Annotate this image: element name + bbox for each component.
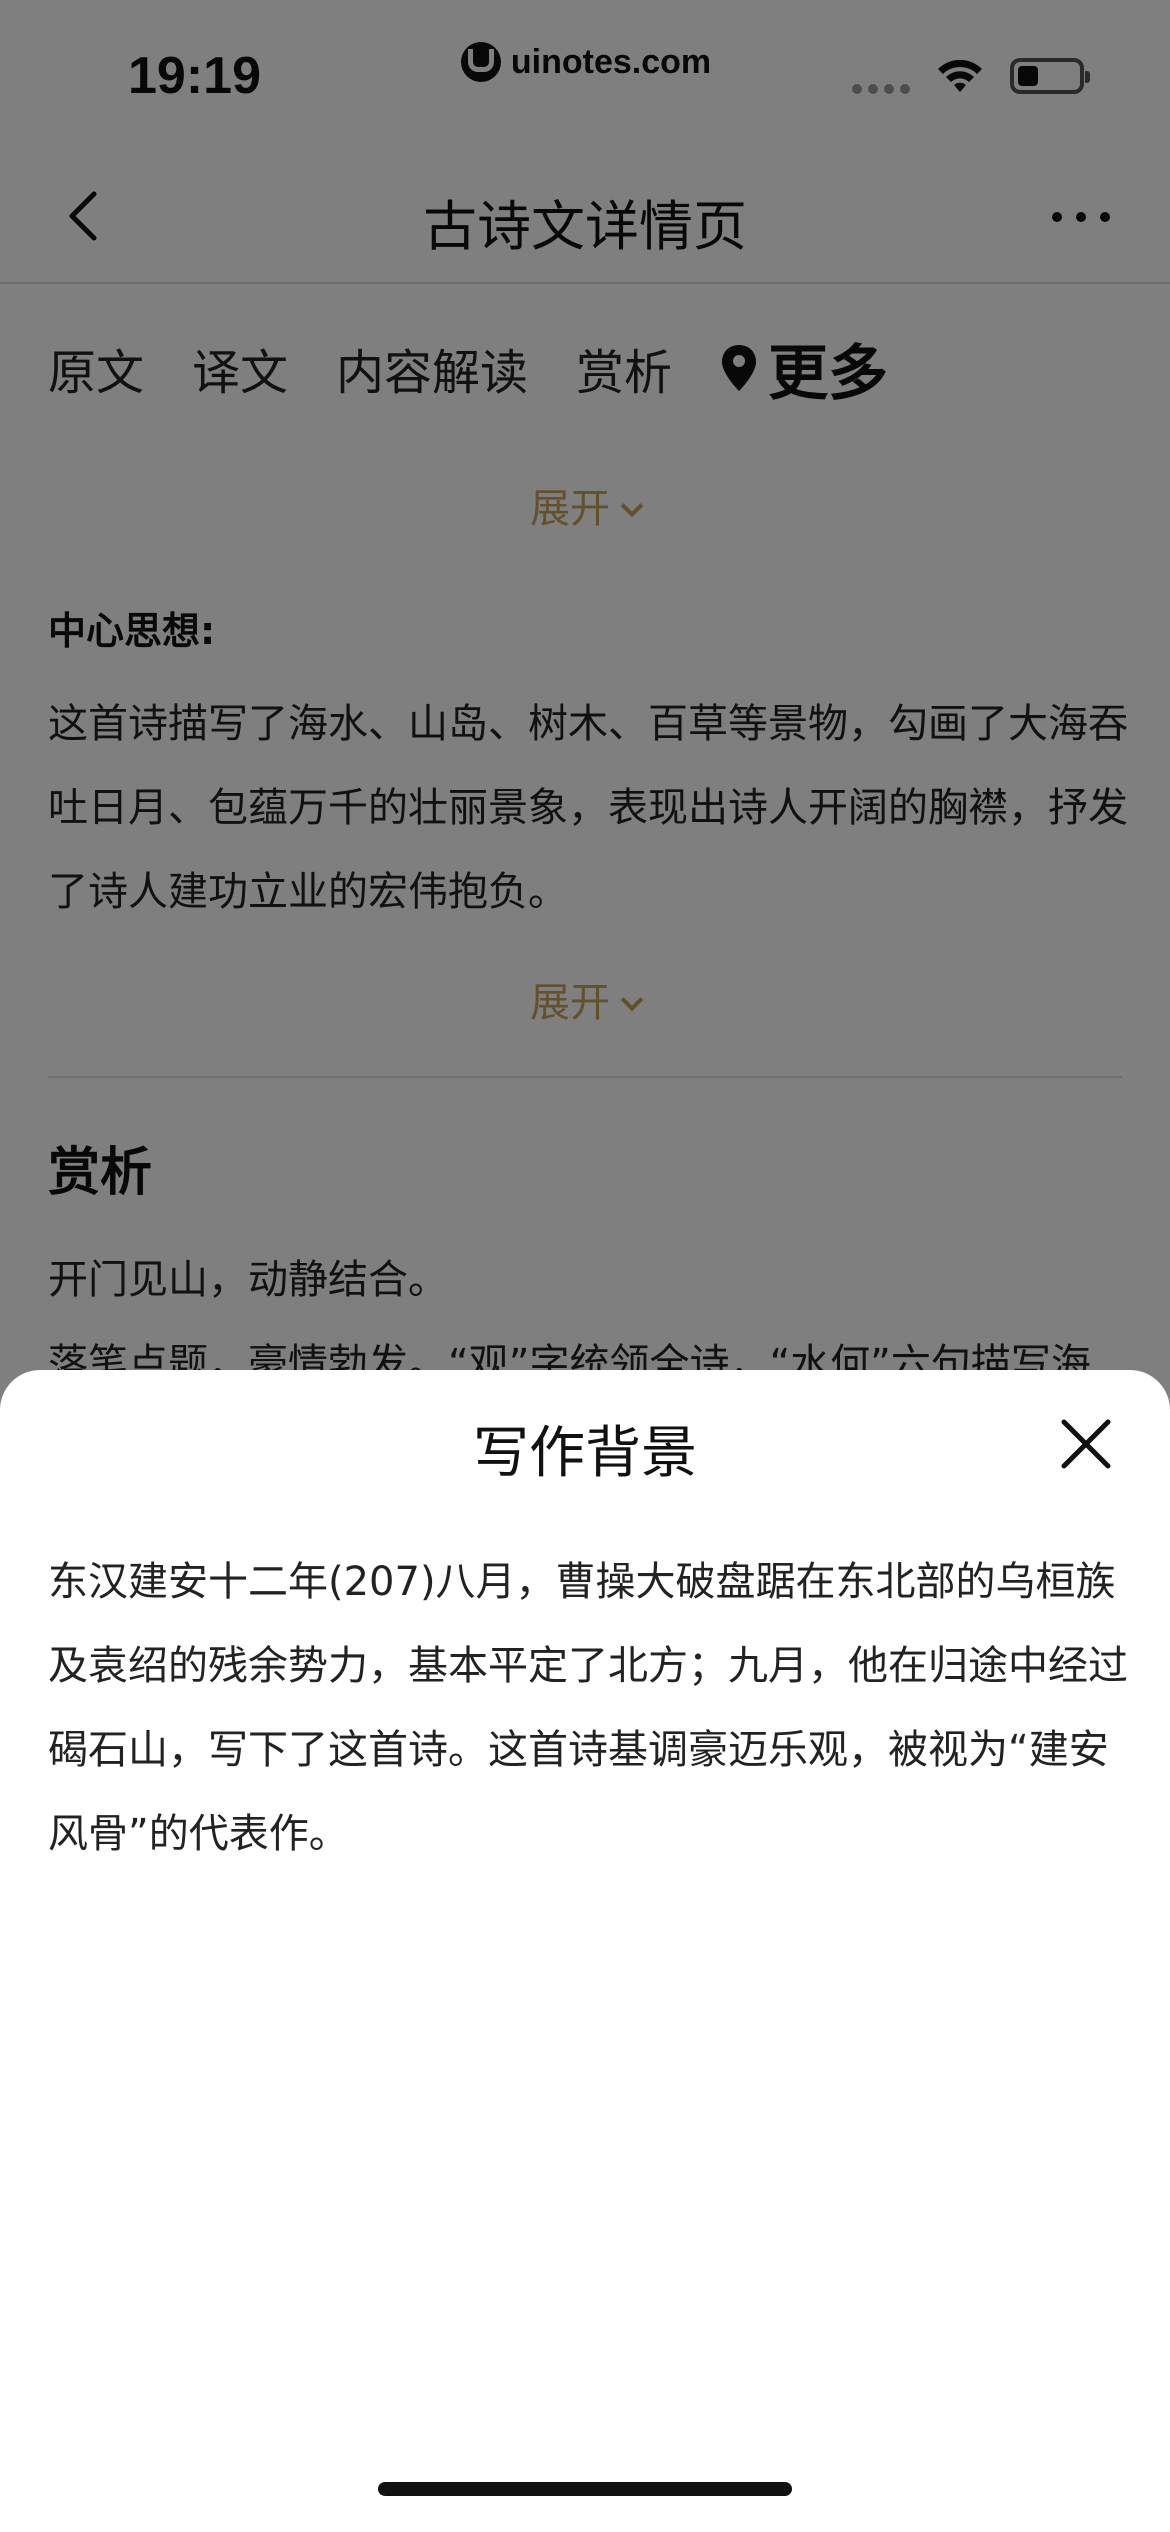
screen: 19:19 uinotes.com 古诗文详情页 原文 译文 内容解读 赏析 (0, 0, 1170, 2532)
home-indicator (378, 2482, 792, 2496)
close-icon[interactable] (1060, 1418, 1112, 1470)
writing-background-sheet: 写作背景 东汉建安十二年(207)八月，曹操大破盘踞在东北部的乌桓族及袁绍的残余… (0, 1370, 1170, 2532)
sheet-text: 东汉建安十二年(207)八月，曹操大破盘踞在东北部的乌桓族及袁绍的残余势力，基本… (48, 1559, 1128, 1857)
sheet-title: 写作背景 (473, 1421, 697, 1486)
